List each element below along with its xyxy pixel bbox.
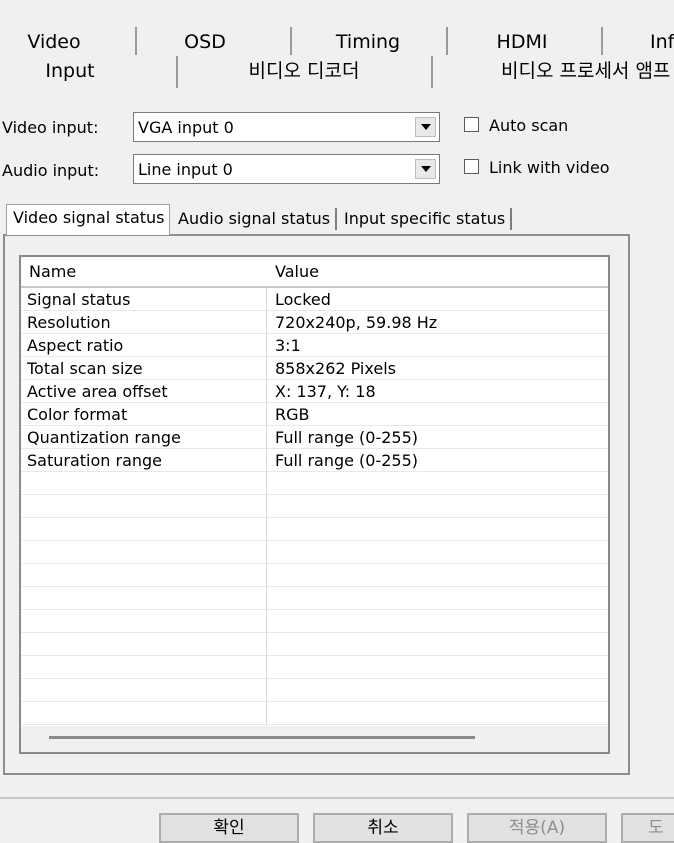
link-with-video-checkbox[interactable] bbox=[464, 159, 479, 174]
row-value: Full range (0-255) bbox=[275, 428, 419, 447]
auto-scan-label: Auto scan bbox=[489, 116, 569, 135]
table-row[interactable] bbox=[21, 702, 608, 725]
more-button[interactable]: 도 bbox=[621, 813, 674, 843]
table-row[interactable]: Aspect ratio 3:1 bbox=[21, 334, 608, 357]
chevron-down-icon[interactable] bbox=[415, 117, 436, 137]
tab-video-signal-status[interactable]: Video signal status bbox=[6, 204, 170, 235]
tab-separator bbox=[601, 27, 603, 55]
tab-video-processor-amp[interactable]: 비디오 프로세서 앰프 bbox=[501, 58, 674, 84]
table-row[interactable] bbox=[21, 679, 608, 702]
tab-audio-signal-status[interactable]: Audio signal status bbox=[172, 206, 332, 234]
row-value: RGB bbox=[275, 405, 310, 424]
tab-video-decoder[interactable]: 비디오 디코더 bbox=[178, 58, 430, 84]
table-row[interactable]: Total scan size 858x262 Pixels bbox=[21, 357, 608, 380]
tab-input-specific-status[interactable]: Input specific status bbox=[338, 206, 510, 234]
audio-input-select[interactable]: Line input 0 bbox=[133, 154, 440, 184]
table-row[interactable]: Resolution 720x240p, 59.98 Hz bbox=[21, 311, 608, 334]
cancel-button[interactable]: 취소 bbox=[313, 813, 453, 843]
table-row[interactable]: Signal status Locked bbox=[21, 288, 608, 311]
row-value: Full range (0-255) bbox=[275, 451, 419, 470]
ok-button[interactable]: 확인 bbox=[159, 813, 299, 843]
divider bbox=[0, 797, 674, 799]
row-name: Quantization range bbox=[27, 428, 181, 447]
row-name: Color format bbox=[27, 405, 128, 424]
signal-status-table[interactable]: Name Value Signal status Locked Resolution… bbox=[19, 255, 610, 754]
video-input-select[interactable]: VGA input 0 bbox=[133, 112, 440, 142]
tab-osd[interactable]: OSD bbox=[137, 29, 273, 55]
tab-input[interactable]: Input bbox=[0, 58, 140, 84]
table-row[interactable]: Active area offset X: 137, Y: 18 bbox=[21, 380, 608, 403]
video-input-label: Video input: bbox=[2, 118, 99, 137]
table-row[interactable] bbox=[21, 633, 608, 656]
table-row[interactable] bbox=[21, 541, 608, 564]
row-name: Total scan size bbox=[27, 359, 143, 378]
video-input-value: VGA input 0 bbox=[138, 118, 234, 137]
table-row[interactable] bbox=[21, 472, 608, 495]
table-row[interactable]: Color format RGB bbox=[21, 403, 608, 426]
row-value: X: 137, Y: 18 bbox=[275, 382, 376, 401]
table-row[interactable] bbox=[21, 656, 608, 679]
audio-input-value: Line input 0 bbox=[138, 160, 233, 179]
row-value: Locked bbox=[275, 290, 331, 309]
row-value: 720x240p, 59.98 Hz bbox=[275, 313, 438, 332]
tab-separator bbox=[510, 208, 512, 230]
row-name: Signal status bbox=[27, 290, 131, 309]
tab-video[interactable]: Video bbox=[0, 29, 108, 55]
row-value: 3:1 bbox=[275, 336, 301, 355]
table-row[interactable] bbox=[21, 564, 608, 587]
tab-separator bbox=[335, 208, 337, 230]
row-value: 858x262 Pixels bbox=[275, 359, 396, 378]
row-name: Saturation range bbox=[27, 451, 163, 470]
row-name: Active area offset bbox=[27, 382, 168, 401]
column-header-name[interactable]: Name bbox=[29, 262, 76, 281]
apply-button[interactable]: 적용(A) bbox=[467, 813, 607, 843]
column-header-value[interactable]: Value bbox=[275, 262, 319, 281]
tab-separator bbox=[431, 56, 433, 88]
link-with-video-label: Link with video bbox=[489, 158, 610, 177]
table-row[interactable]: Saturation range Full range (0-255) bbox=[21, 449, 608, 472]
table-row[interactable] bbox=[21, 587, 608, 610]
table-header: Name Value bbox=[21, 257, 608, 288]
row-name: Aspect ratio bbox=[27, 336, 124, 355]
table-row[interactable] bbox=[21, 495, 608, 518]
scrollbar-thumb[interactable] bbox=[49, 736, 475, 739]
table-row[interactable] bbox=[21, 610, 608, 633]
horizontal-scrollbar[interactable] bbox=[21, 726, 608, 752]
auto-scan-checkbox[interactable] bbox=[464, 117, 479, 132]
tab-timing[interactable]: Timing bbox=[292, 29, 444, 55]
chevron-down-icon[interactable] bbox=[415, 159, 436, 179]
row-name: Resolution bbox=[27, 313, 111, 332]
table-row[interactable] bbox=[21, 518, 608, 541]
audio-input-label: Audio input: bbox=[2, 161, 100, 180]
tab-hdmi[interactable]: HDMI bbox=[448, 29, 596, 55]
tab-info[interactable]: Info bbox=[650, 29, 674, 55]
table-row[interactable]: Quantization range Full range (0-255) bbox=[21, 426, 608, 449]
